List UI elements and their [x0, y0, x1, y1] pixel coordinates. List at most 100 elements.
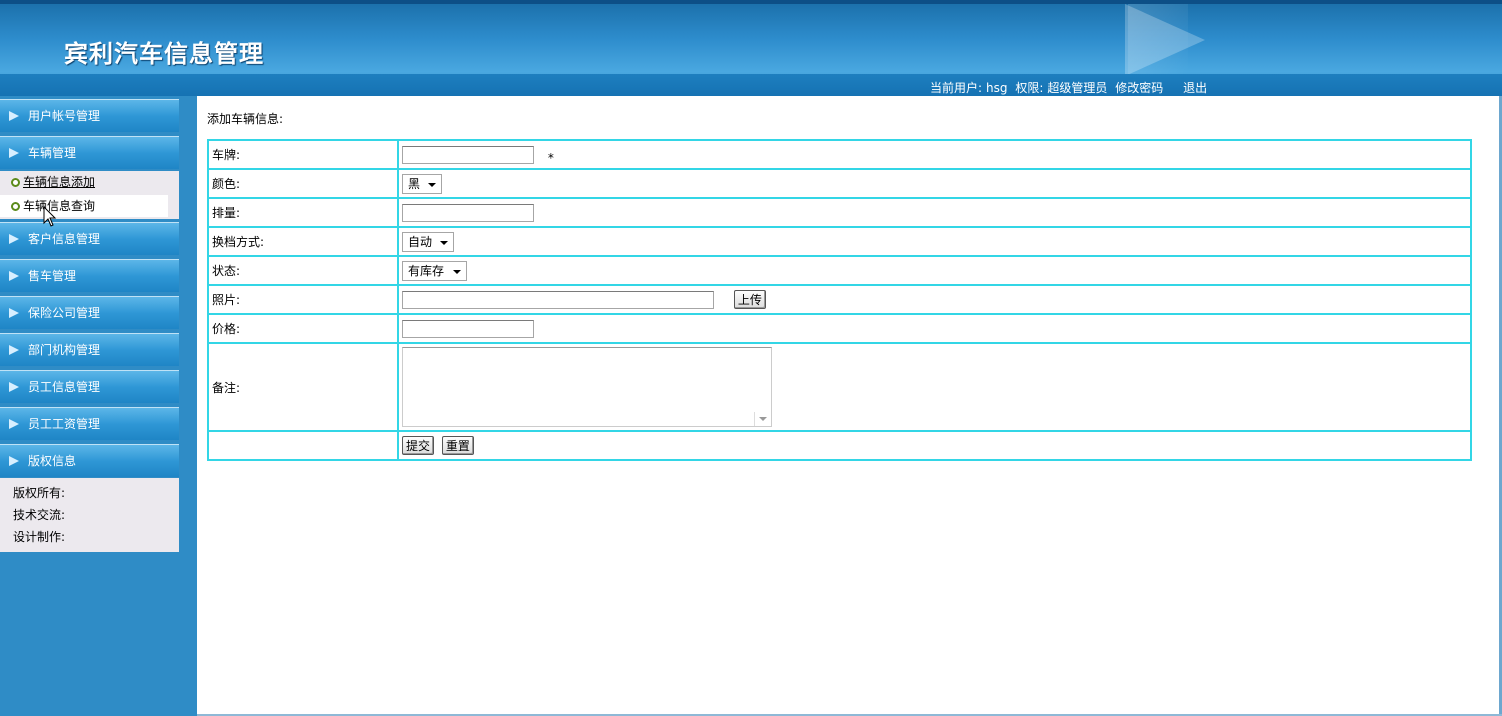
color-cell: 黑 — [398, 169, 1471, 198]
role-label: 权限: — [1015, 81, 1044, 95]
sidebar-item-departments[interactable]: 部门机构管理 — [0, 333, 179, 366]
chevron-down-icon — [453, 269, 461, 274]
sidebar-item-user-accounts[interactable]: 用户帐号管理 — [0, 99, 179, 132]
sidebar-item-customers[interactable]: 客户信息管理 — [0, 222, 179, 255]
status-label: 状态: — [208, 256, 398, 285]
arrow-right-icon — [9, 111, 19, 121]
displacement-cell — [398, 198, 1471, 227]
bullet-icon — [11, 202, 20, 211]
app-title: 宾利汽车信息管理 — [64, 39, 264, 68]
sidebar-item-label: 保险公司管理 — [28, 306, 101, 320]
arrow-right-icon — [9, 148, 19, 158]
section-title: 添加车辆信息: — [207, 112, 284, 126]
copyright-info-box: 版权所有: 技术交流: 设计制作: — [0, 478, 179, 552]
status-select[interactable]: 有库存 — [402, 260, 467, 281]
arrow-right-icon — [9, 456, 19, 466]
form-row-gear: 换档方式: 自动 — [208, 227, 1471, 256]
price-cell — [398, 314, 1471, 343]
actions-label-cell — [208, 431, 398, 460]
form-row-displacement: 排量: — [208, 198, 1471, 227]
price-label: 价格: — [208, 314, 398, 343]
form-row-status: 状态: 有库存 — [208, 256, 1471, 285]
header-top-line — [0, 0, 1502, 4]
submenu-item-query-vehicle[interactable]: 车辆信息查询 — [0, 195, 168, 217]
sidebar-item-label: 员工信息管理 — [28, 380, 101, 394]
color-label: 颜色: — [208, 169, 398, 198]
mouse-cursor-icon — [43, 206, 57, 227]
arrow-right-icon — [9, 419, 19, 429]
current-user-label: 当前用户: — [930, 81, 983, 95]
logout-link[interactable]: 退出 — [1183, 81, 1207, 95]
photo-cell: 上传 — [398, 285, 1471, 314]
sidebar-item-label: 车辆管理 — [28, 146, 77, 160]
sidebar-item-salaries[interactable]: 员工工资管理 — [0, 407, 179, 440]
arrow-right-icon — [9, 345, 19, 355]
plate-label: 车牌: — [208, 140, 398, 169]
sidebar-item-employees[interactable]: 员工信息管理 — [0, 370, 179, 403]
photo-label: 照片: — [208, 285, 398, 314]
sidebar-item-copyright[interactable]: 版权信息 — [0, 444, 179, 477]
bullet-icon — [11, 178, 20, 187]
reset-button[interactable]: 重置 — [441, 436, 474, 455]
sidebar-item-vehicles[interactable]: 车辆管理 — [0, 136, 179, 169]
gear-select-value: 自动 — [408, 234, 433, 249]
status-select-value: 有库存 — [408, 263, 445, 278]
form-row-color: 颜色: 黑 — [208, 169, 1471, 198]
plate-input[interactable] — [402, 145, 534, 164]
form-row-remark: 备注: — [208, 343, 1471, 431]
arrow-right-icon — [9, 234, 19, 244]
user-bar: 当前用户: hsg 权限: 超级管理员 修改密码 退出 — [930, 79, 1211, 96]
status-cell: 有库存 — [398, 256, 1471, 285]
arrow-right-icon — [9, 271, 19, 281]
displacement-label: 排量: — [208, 198, 398, 227]
remark-label: 备注: — [208, 343, 398, 431]
arrow-right-icon — [9, 308, 19, 318]
tech-exchange: 技术交流: — [13, 508, 66, 522]
submenu-item-add-vehicle[interactable]: 车辆信息添加 — [0, 171, 168, 193]
color-select-value: 黑 — [408, 176, 421, 191]
sidebar-item-label: 部门机构管理 — [28, 343, 101, 357]
remark-cell — [398, 343, 1471, 431]
sidebar-item-label: 员工工资管理 — [28, 417, 101, 431]
role: 超级管理员 — [1047, 81, 1108, 95]
required-mark: * — [547, 150, 554, 165]
form-row-photo: 照片: 上传 — [208, 285, 1471, 314]
main-content: 添加车辆信息: 车牌: * 颜色: 黑 排量: 换档方式: 自动 状态: 有库存… — [197, 96, 1499, 714]
current-user: hsg — [986, 81, 1008, 95]
gear-cell: 自动 — [398, 227, 1471, 256]
form-row-actions: 提交 重置 — [208, 431, 1471, 460]
photo-path-input[interactable] — [402, 290, 714, 309]
header: 宾利汽车信息管理 当前用户: hsg 权限: 超级管理员 修改密码 退出 — [0, 0, 1502, 96]
textarea-scroll-down-icon[interactable] — [754, 412, 771, 426]
sidebar-item-label: 客户信息管理 — [28, 232, 101, 246]
actions-cell: 提交 重置 — [398, 431, 1471, 460]
designer: 设计制作: — [13, 530, 66, 544]
vehicle-form: 车牌: * 颜色: 黑 排量: 换档方式: 自动 状态: 有库存 照片: 上传 … — [207, 139, 1472, 461]
plate-cell: * — [398, 140, 1471, 169]
change-password-link[interactable]: 修改密码 — [1115, 81, 1163, 95]
gear-select[interactable]: 自动 — [402, 231, 454, 252]
color-select[interactable]: 黑 — [402, 173, 442, 194]
arrow-right-icon — [9, 382, 19, 392]
submit-button[interactable]: 提交 — [402, 436, 435, 455]
submenu-item-label: 车辆信息添加 — [23, 175, 96, 189]
sidebar-item-insurance[interactable]: 保险公司管理 — [0, 296, 179, 329]
sidebar-item-label: 用户帐号管理 — [28, 109, 101, 123]
copyright-owner: 版权所有: — [13, 486, 66, 500]
sidebar-item-label: 售车管理 — [28, 269, 77, 283]
displacement-input[interactable] — [402, 203, 534, 222]
header-glow-decoration — [1128, 4, 1188, 74]
upload-button[interactable]: 上传 — [733, 290, 766, 309]
chevron-down-icon — [440, 240, 448, 245]
gear-label: 换档方式: — [208, 227, 398, 256]
form-row-price: 价格: — [208, 314, 1471, 343]
remark-textarea[interactable] — [402, 347, 772, 427]
vehicle-submenu: 车辆信息添加 车辆信息查询 — [0, 171, 179, 219]
chevron-down-icon — [428, 182, 436, 187]
sidebar-item-label: 版权信息 — [28, 454, 77, 468]
header-stripe — [0, 74, 1502, 96]
price-input[interactable] — [402, 319, 534, 338]
submenu-item-label: 车辆信息查询 — [23, 199, 96, 213]
form-row-plate: 车牌: * — [208, 140, 1471, 169]
sidebar-item-sales[interactable]: 售车管理 — [0, 259, 179, 292]
